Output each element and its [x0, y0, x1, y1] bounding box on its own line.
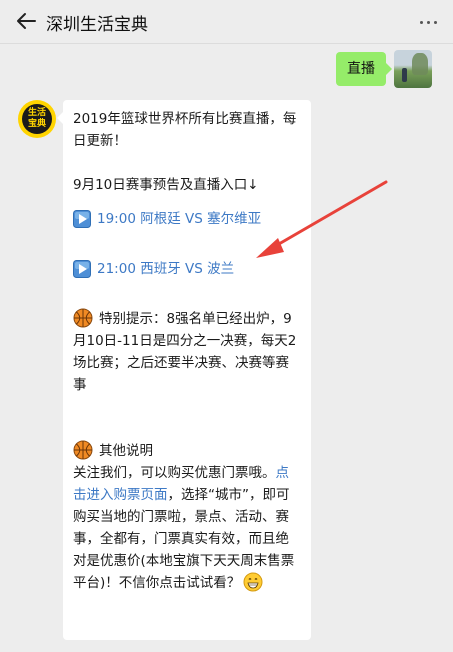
avatar-text-top: 生活	[27, 108, 46, 118]
match-link-2-text[interactable]: 21:00 西班牙 VS 波兰	[97, 258, 234, 280]
chat-title: 深圳生活宝典	[46, 15, 148, 35]
other-heading: 其他说明	[73, 440, 301, 462]
tip-text: 特别提示：8强名单已经出炉，9月10日-11日是四分之一决赛，每天2场比赛；之后…	[73, 311, 297, 393]
tip-paragraph: 特别提示：8强名单已经出炉，9月10日-11日是四分之一决赛，每天2场比赛；之后…	[73, 308, 301, 396]
incoming-message: 2019年篮球世界杯所有比赛直播，每日更新！ 9月10日赛事预告及直播入口↓ 1…	[57, 100, 311, 640]
preview-title: 9月10日赛事预告及直播入口↓	[73, 177, 259, 193]
match-link-1[interactable]: 19:00 阿根廷 VS 塞尔维亚	[73, 208, 301, 230]
basketball-icon	[73, 308, 93, 328]
grin-emoji-icon	[243, 572, 263, 592]
other-pre-text: 关注我们，可以购买优惠门票哦。	[73, 465, 276, 481]
intro-text: 2019年篮球世界杯所有比赛直播，每日更新！	[73, 111, 297, 149]
play-button-icon	[73, 260, 91, 278]
more-dots-icon[interactable]	[417, 11, 441, 33]
outgoing-message[interactable]: 直播	[336, 52, 392, 86]
other-paragraph: 关注我们，可以购买优惠门票哦。点击进入购票页面，选择“城市”，即可购买当地的门票…	[73, 462, 301, 594]
back-arrow-icon[interactable]	[14, 9, 38, 33]
match-link-1-text[interactable]: 19:00 阿根廷 VS 塞尔维亚	[97, 208, 261, 230]
match-link-2[interactable]: 21:00 西班牙 VS 波兰	[73, 258, 301, 280]
play-button-icon	[73, 210, 91, 228]
account-avatar[interactable]: 生活 宝典	[18, 100, 56, 138]
avatar-text-bottom: 宝典	[27, 119, 46, 129]
top-bar: 深圳生活宝典	[0, 0, 453, 44]
user-avatar[interactable]	[394, 50, 432, 88]
other-title: 其他说明	[99, 443, 153, 459]
basketball-icon	[73, 440, 93, 460]
